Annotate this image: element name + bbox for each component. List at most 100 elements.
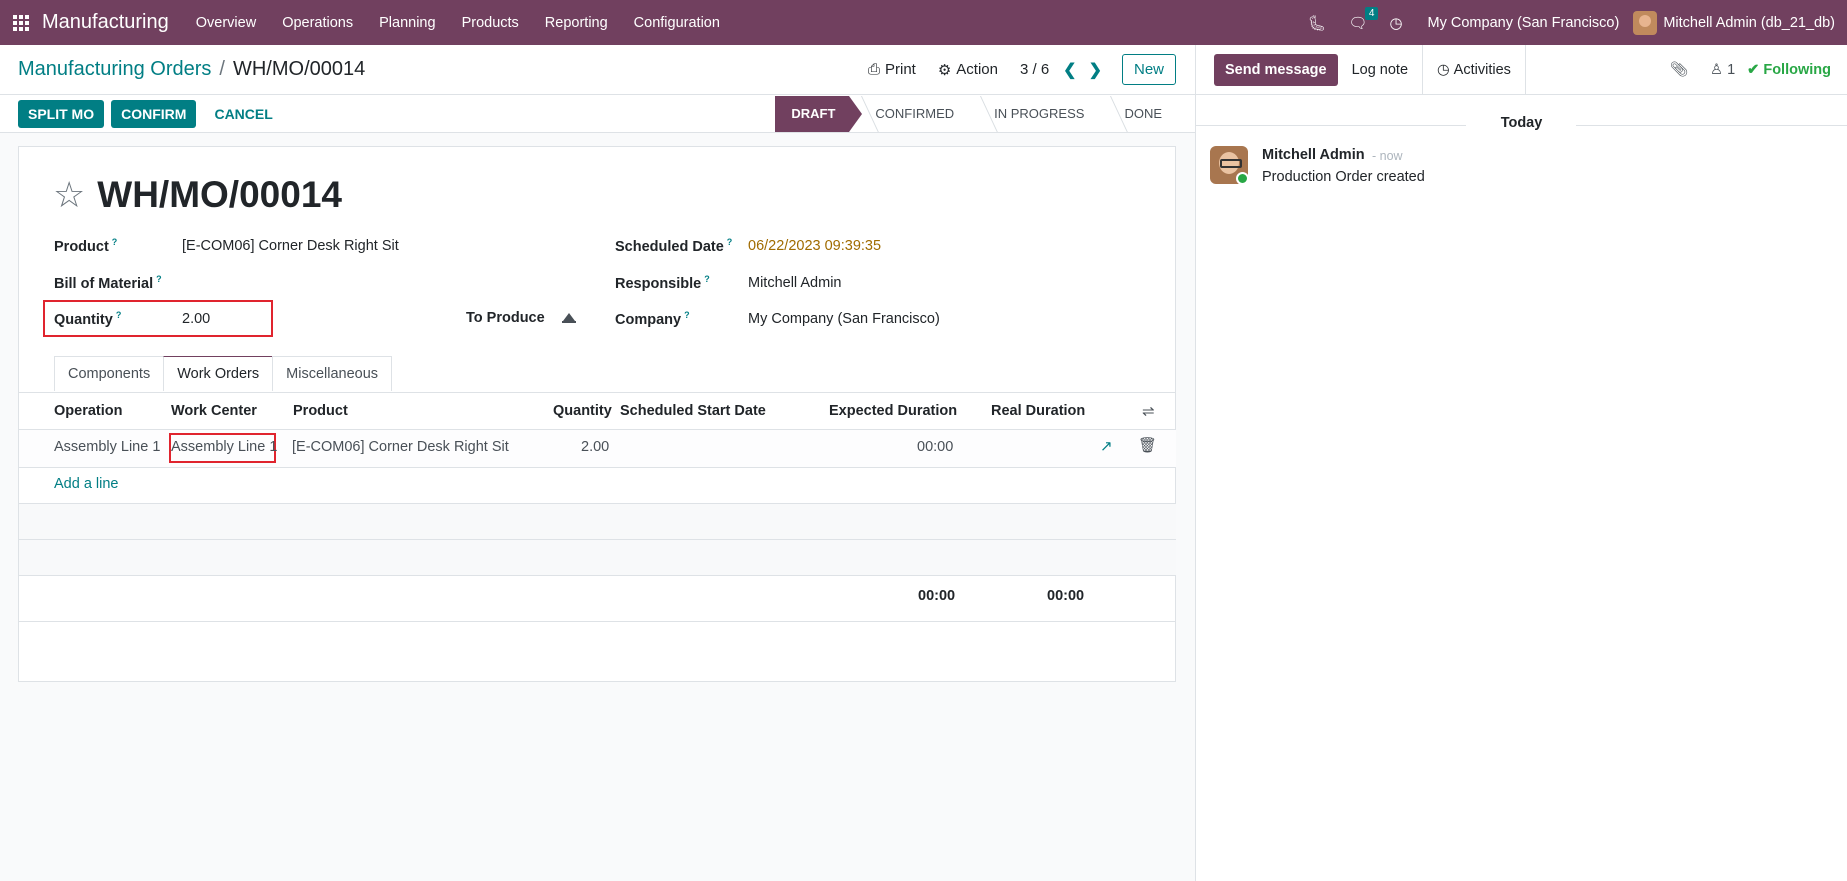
- following-button[interactable]: ✔ Following: [1747, 62, 1831, 78]
- row-operation[interactable]: Assembly Line 1: [54, 439, 160, 455]
- status-bar: SPLIT MO CONFIRM CANCEL DRAFT CONFIRMED …: [0, 95, 1195, 133]
- activity-clock-icon[interactable]: ◷: [1378, 14, 1413, 32]
- help-icon: ?: [115, 310, 122, 320]
- row-product[interactable]: [E-COM06] Corner Desk Right Sit: [292, 439, 509, 455]
- breadcrumb-current: WH/MO/00014: [232, 58, 366, 80]
- message-time: - now: [1372, 149, 1403, 163]
- gear-icon: ⚙: [937, 61, 952, 79]
- forecast-chart-icon[interactable]: [562, 313, 576, 323]
- tab-miscellaneous[interactable]: Miscellaneous: [272, 356, 393, 391]
- activities-label: Activities: [1453, 61, 1511, 78]
- messages-icon[interactable]: 🗨︎ 4: [1337, 6, 1379, 32]
- pager-value[interactable]: 3 / 6: [1020, 61, 1049, 78]
- bug-icon[interactable]: 🐛︎: [1296, 14, 1337, 32]
- tab-divider: [19, 392, 1176, 393]
- to-produce-label: To Produce: [466, 310, 545, 326]
- row-expected-duration[interactable]: 00:00: [917, 439, 953, 455]
- user-avatar: [1633, 10, 1658, 35]
- user-name: Mitchell Admin (db_21_db): [1663, 14, 1835, 31]
- bom-label: Bill of Material?: [54, 274, 162, 292]
- open-external-icon[interactable]: ↗: [1100, 437, 1113, 455]
- user-menu[interactable]: Mitchell Admin (db_21_db): [1633, 10, 1847, 35]
- new-button[interactable]: New: [1121, 54, 1176, 85]
- responsible-field[interactable]: Mitchell Admin: [748, 275, 841, 291]
- menu-overview[interactable]: Overview: [183, 15, 269, 31]
- scheduled-date-label: Scheduled Date?: [615, 237, 733, 255]
- add-line-link[interactable]: Add a line: [54, 476, 119, 492]
- star-icon[interactable]: ☆: [53, 177, 85, 213]
- stage-confirmed[interactable]: CONFIRMED: [849, 96, 968, 132]
- record-title: WH/MO/00014: [97, 174, 342, 215]
- breadcrumb-parent[interactable]: Manufacturing Orders: [18, 58, 211, 81]
- stage-done[interactable]: DONE: [1098, 96, 1176, 132]
- menu-planning[interactable]: Planning: [366, 15, 448, 31]
- message-body: Production Order created: [1262, 169, 1425, 185]
- followers-count: 1: [1727, 61, 1736, 78]
- stage-pipeline: DRAFT CONFIRMED IN PROGRESS DONE: [775, 95, 1176, 132]
- stage-in-progress[interactable]: IN PROGRESS: [968, 96, 1098, 132]
- app-brand[interactable]: Manufacturing: [42, 11, 183, 34]
- pager-previous-icon[interactable]: ❮: [1057, 60, 1082, 80]
- menu-reporting[interactable]: Reporting: [532, 15, 621, 31]
- menu-products[interactable]: Products: [449, 15, 532, 31]
- printer-icon: ⎙: [867, 61, 880, 78]
- online-status-icon: [1236, 172, 1249, 185]
- tab-components[interactable]: Components: [54, 356, 165, 391]
- following-label: Following: [1763, 61, 1831, 78]
- log-note-button[interactable]: Log note: [1338, 54, 1422, 86]
- control-panel: Manufacturing Orders / WH/MO/00014 ⎙ Prin…: [0, 45, 1195, 95]
- company-switcher[interactable]: My Company (San Francisco): [1414, 15, 1634, 31]
- breadcrumb: Manufacturing Orders / WH/MO/00014: [0, 58, 365, 81]
- send-message-button[interactable]: Send message: [1214, 53, 1338, 86]
- message-author[interactable]: Mitchell Admin: [1262, 147, 1365, 163]
- product-label: Product?: [54, 237, 118, 255]
- split-mo-button[interactable]: SPLIT MO: [18, 99, 105, 128]
- column-operation[interactable]: Operation: [54, 403, 122, 419]
- row-divider: [19, 575, 1176, 576]
- quantity-label: Quantity?: [54, 310, 122, 328]
- column-real-duration[interactable]: Real Duration: [991, 403, 1085, 419]
- apps-menu-icon[interactable]: [0, 0, 42, 45]
- tab-work-orders[interactable]: Work Orders: [163, 356, 274, 391]
- followers-button[interactable]: ♙ 1: [1710, 62, 1735, 78]
- company-field[interactable]: My Company (San Francisco): [748, 311, 940, 327]
- total-real-duration: 00:00: [1047, 588, 1085, 604]
- check-icon: ✔: [1747, 61, 1760, 78]
- row-quantity[interactable]: 2.00: [581, 439, 609, 455]
- print-button[interactable]: ⎙ Print: [868, 61, 916, 78]
- notebook-tabs: Components Work Orders Miscellaneous: [54, 356, 393, 391]
- column-quantity[interactable]: Quantity: [553, 403, 612, 419]
- column-expected-duration[interactable]: Expected Duration: [829, 403, 957, 419]
- activities-button[interactable]: ◷ Activities: [1422, 44, 1526, 95]
- scheduled-date-field[interactable]: 06/22/2023 09:39:35: [748, 238, 881, 254]
- user-icon: ♙: [1710, 61, 1724, 78]
- menu-operations[interactable]: Operations: [269, 15, 366, 31]
- help-icon: ?: [684, 310, 690, 320]
- menu-configuration[interactable]: Configuration: [621, 15, 733, 31]
- print-label: Print: [884, 61, 916, 78]
- help-icon: ?: [726, 237, 733, 247]
- responsible-label: Responsible?: [615, 274, 710, 292]
- company-label: Company?: [615, 310, 690, 328]
- optional-columns-icon[interactable]: ⇌: [1142, 402, 1155, 420]
- stage-draft[interactable]: DRAFT: [775, 95, 863, 132]
- cancel-button[interactable]: CANCEL: [204, 100, 282, 128]
- footer-divider: [19, 621, 1176, 622]
- row-work-center[interactable]: Assembly Line 1: [171, 439, 277, 455]
- action-button[interactable]: ⚙ Action: [938, 61, 998, 79]
- trash-icon[interactable]: 🗑︎: [1138, 436, 1157, 454]
- confirm-button[interactable]: CONFIRM: [111, 99, 197, 128]
- product-field[interactable]: [E-COM06] Corner Desk Right Sit: [182, 238, 399, 254]
- column-product[interactable]: Product: [293, 403, 348, 419]
- empty-row: [19, 540, 1176, 575]
- column-work-center[interactable]: Work Center: [171, 403, 257, 419]
- clock-icon: ◷: [1437, 61, 1450, 78]
- paperclip-icon[interactable]: 📎︎: [1670, 61, 1688, 78]
- pager-next-icon[interactable]: ❯: [1083, 60, 1108, 80]
- quantity-field[interactable]: 2.00: [182, 311, 210, 327]
- column-scheduled-start[interactable]: Scheduled Start Date: [620, 403, 766, 419]
- help-icon: ?: [156, 274, 162, 284]
- help-icon: ?: [111, 237, 118, 247]
- messages-badge: 4: [1364, 6, 1379, 20]
- top-navbar: Manufacturing Overview Operations Planni…: [0, 0, 1847, 45]
